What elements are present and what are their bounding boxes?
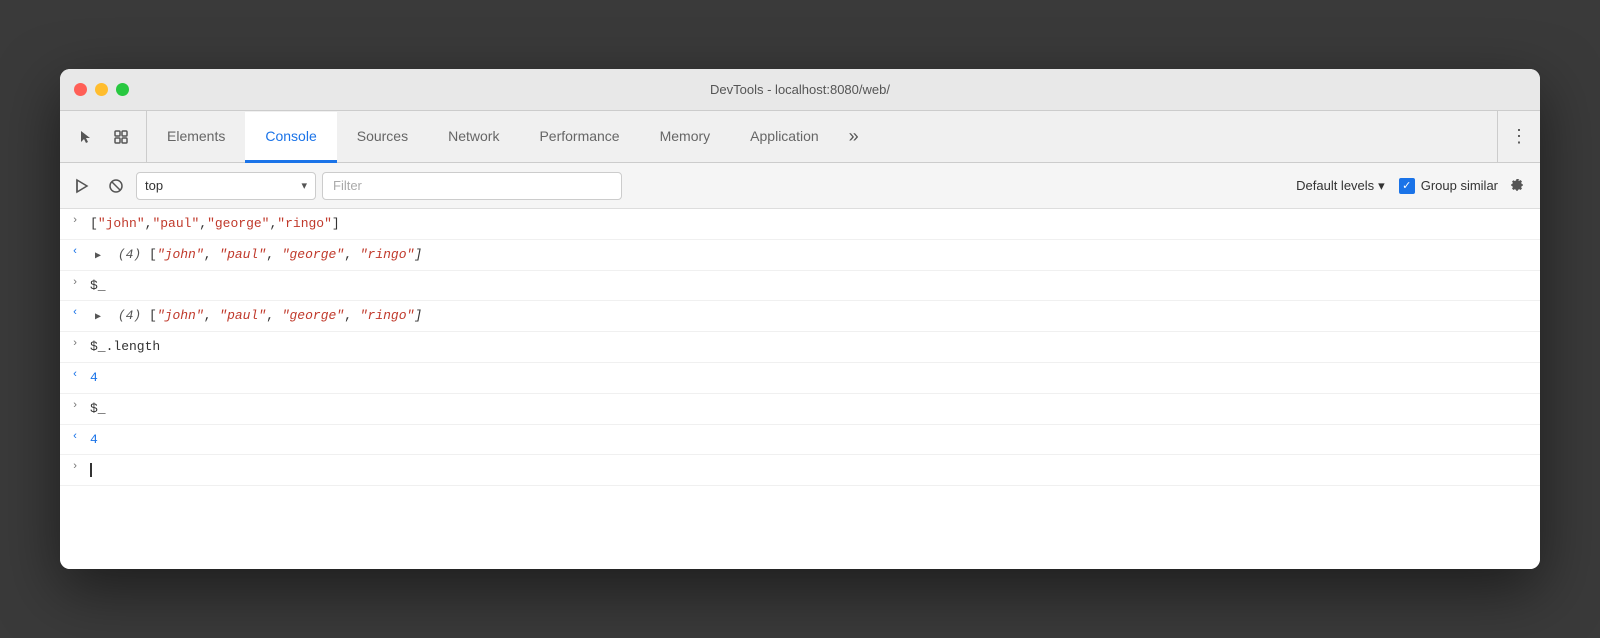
group-similar-checkbox[interactable]: ✓ [1399, 178, 1415, 194]
input-arrow: › [60, 398, 90, 412]
settings-button[interactable] [1504, 172, 1532, 200]
console-entry: $_ [90, 398, 1532, 420]
tab-sources[interactable]: Sources [337, 112, 428, 163]
output-arrow: ‹ [60, 244, 90, 258]
traffic-lights [74, 83, 129, 96]
more-tabs-button[interactable]: » [839, 111, 869, 162]
tab-network[interactable]: Network [428, 112, 519, 163]
tabs-end-menu[interactable]: ⋮ [1497, 111, 1540, 162]
console-entry: 4 [90, 367, 1532, 389]
console-row: ‹ ▶ (4) ["john", "paul", "george", "ring… [60, 240, 1540, 271]
console-output: › ["john","paul","george","ringo"] ‹ ▶ (… [60, 209, 1540, 569]
tab-console[interactable]: Console [245, 112, 336, 163]
console-row: ‹ ▶ (4) ["john", "paul", "george", "ring… [60, 301, 1540, 332]
prompt-arrow: › [60, 459, 90, 473]
console-row: › $_ [60, 271, 1540, 302]
input-arrow: › [60, 275, 90, 289]
expand-icon[interactable]: ▶ [90, 310, 106, 326]
input-arrow: › [60, 336, 90, 350]
input-arrow: › [60, 213, 90, 227]
devtools-window: DevTools - localhost:8080/web/ Elements [60, 69, 1540, 569]
console-entry: 4 [90, 429, 1532, 451]
expand-icon[interactable]: ▶ [90, 249, 106, 265]
inspect-icon[interactable] [106, 122, 136, 152]
context-selector[interactable]: top ▾ [136, 172, 316, 200]
console-input[interactable] [90, 459, 1532, 481]
close-button[interactable] [74, 83, 87, 96]
console-entry: ["john","paul","george","ringo"] [90, 213, 1532, 235]
console-row: › $_.length [60, 332, 1540, 363]
output-arrow: ‹ [60, 367, 90, 381]
preserve-log-button[interactable] [68, 172, 96, 200]
cursor [90, 463, 92, 477]
tab-elements[interactable]: Elements [147, 112, 245, 163]
output-arrow: ‹ [60, 305, 90, 319]
maximize-button[interactable] [116, 83, 129, 96]
console-toolbar: top ▾ Default levels ▾ ✓ Group similar [60, 163, 1540, 209]
default-levels-button[interactable]: Default levels ▾ [1288, 172, 1393, 200]
tab-application[interactable]: Application [730, 112, 839, 163]
tabs-list: Elements Console Sources Network Perform… [147, 111, 1497, 162]
group-similar-control[interactable]: ✓ Group similar [1399, 178, 1498, 194]
tab-memory[interactable]: Memory [640, 112, 731, 163]
titlebar: DevTools - localhost:8080/web/ [60, 69, 1540, 111]
console-input-row[interactable]: › [60, 455, 1540, 486]
console-row: ‹ 4 [60, 425, 1540, 456]
filter-input[interactable] [322, 172, 622, 200]
console-entry: ▶ (4) ["john", "paul", "george", "ringo"… [90, 305, 1532, 327]
console-entry: $_.length [90, 336, 1532, 358]
console-entry: ▶ (4) ["john", "paul", "george", "ringo"… [90, 244, 1532, 266]
console-row: ‹ 4 [60, 363, 1540, 394]
window-title: DevTools - localhost:8080/web/ [710, 82, 890, 97]
console-entry: $_ [90, 275, 1532, 297]
console-row: › ["john","paul","george","ringo"] [60, 209, 1540, 240]
clear-console-button[interactable] [102, 172, 130, 200]
minimize-button[interactable] [95, 83, 108, 96]
tabs-bar: Elements Console Sources Network Perform… [60, 111, 1540, 163]
tab-icon-group [60, 111, 147, 162]
tab-performance[interactable]: Performance [519, 112, 639, 163]
cursor-icon[interactable] [70, 122, 100, 152]
output-arrow: ‹ [60, 429, 90, 443]
console-row: › $_ [60, 394, 1540, 425]
